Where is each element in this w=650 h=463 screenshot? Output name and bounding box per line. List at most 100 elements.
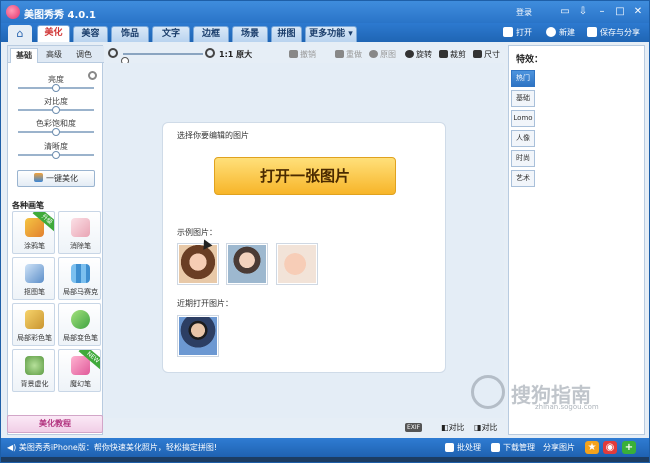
compare-button[interactable]: ◧对比: [441, 422, 465, 433]
undo-button[interactable]: 撤销: [289, 49, 316, 60]
tool-local-color-pen[interactable]: 局部彩色笔: [12, 303, 55, 346]
tool-background-blur[interactable]: 背景虚化: [12, 349, 55, 392]
home-tab[interactable]: ⌂: [8, 25, 32, 42]
original-icon: [369, 50, 378, 58]
saturation-slider[interactable]: [18, 128, 94, 136]
redo-button[interactable]: 重做: [335, 49, 362, 60]
batch-process-button[interactable]: 批处理: [445, 442, 481, 453]
weibo-icon[interactable]: ◉: [603, 441, 617, 454]
star-icon[interactable]: ★: [585, 441, 599, 454]
tab-frames[interactable]: 边框: [193, 26, 229, 42]
compare-toggle-label: 对比: [481, 423, 498, 432]
redo-label: 重做: [346, 50, 362, 59]
tool-eraser-pen[interactable]: 消除笔: [58, 211, 101, 254]
feedback-icon[interactable]: ▭: [558, 5, 572, 19]
canvas-toolbar: 1:1 原大 撤销 重做 原图 旋转 裁剪 尺寸: [105, 45, 504, 65]
zoom-out-icon[interactable]: [108, 48, 118, 58]
sample-photo-baby-image: [278, 245, 316, 283]
tab-accessories[interactable]: 饰品: [111, 26, 149, 42]
tool-label: 背景虚化: [20, 380, 49, 388]
actual-size-button[interactable]: 1:1 原大: [219, 49, 252, 60]
undo-label: 撤销: [300, 50, 316, 59]
download-manager-button[interactable]: 下载管理: [491, 442, 535, 453]
save-share-button[interactable]: 保存与分享: [587, 27, 640, 38]
zoom-slider[interactable]: [121, 53, 203, 65]
effect-tab-basic[interactable]: 基础: [511, 90, 535, 107]
save-icon: [587, 27, 597, 37]
beautify-tutorial-button[interactable]: 美化教程: [7, 415, 103, 433]
open-label: 打开: [516, 28, 532, 37]
rotate-button[interactable]: 旋转: [405, 49, 432, 60]
download-label: 下载管理: [503, 443, 535, 452]
subtab-advanced[interactable]: 高级: [40, 48, 68, 63]
add-icon[interactable]: +: [622, 441, 636, 454]
original-button[interactable]: 原图: [369, 49, 396, 60]
title-bar: 美图秀秀 4.0.1 登录 ▭ ⇩ – □ ✕: [1, 1, 649, 23]
brightness-slider[interactable]: [18, 84, 94, 92]
resize-button[interactable]: 尺寸: [473, 49, 500, 60]
app-title: 美图秀秀 4.0.1: [24, 10, 96, 21]
auto-enhance-button[interactable]: 一键美化: [17, 170, 95, 187]
recent-images-label: 近期打开图片：: [177, 299, 233, 308]
share-image-button[interactable]: 分享图片: [543, 442, 575, 453]
subtab-color[interactable]: 调色: [70, 48, 98, 63]
new-button[interactable]: 新建: [546, 27, 575, 38]
contrast-slider-knob[interactable]: [52, 106, 60, 114]
saturation-slider-knob[interactable]: [52, 128, 60, 136]
contrast-slider[interactable]: [18, 106, 94, 114]
effect-tab-popular[interactable]: 热门: [511, 70, 535, 87]
original-label: 原图: [380, 50, 396, 59]
tool-local-mosaic[interactable]: 局部马赛克: [58, 257, 101, 300]
tab-text[interactable]: 文字: [152, 26, 190, 42]
effect-tab-lomo[interactable]: Lomo: [511, 110, 535, 127]
brightness-slider-knob[interactable]: [52, 84, 60, 92]
adjustment-subtabs: 基础 高级 调色: [8, 46, 104, 63]
tool-doodle-pen[interactable]: 升级 涂鸦笔: [12, 211, 55, 254]
tool-label: 涂鸦笔: [24, 242, 45, 250]
minimize-icon[interactable]: –: [595, 5, 609, 19]
tab-scenes[interactable]: 场景: [232, 26, 268, 42]
tool-local-recolor-pen[interactable]: 局部变色笔: [58, 303, 101, 346]
app-logo-icon: [6, 5, 20, 19]
effect-tab-art[interactable]: 艺术: [511, 170, 535, 187]
sample-photo-girl[interactable]: [226, 243, 268, 285]
menu-icon[interactable]: ⇩: [576, 5, 590, 19]
zoom-in-icon[interactable]: [205, 48, 215, 58]
exif-button[interactable]: EXIF: [405, 422, 423, 432]
maximize-icon[interactable]: □: [613, 5, 627, 19]
speaker-icon: ◀): [7, 443, 17, 452]
sharpness-slider[interactable]: [18, 151, 94, 159]
app-window: 美图秀秀 4.0.1 登录 ▭ ⇩ – □ ✕ ⌂ 美化 美容 饰品 文字 边框…: [0, 0, 650, 463]
crop-label: 裁剪: [450, 50, 466, 59]
login-link[interactable]: 登录: [516, 7, 532, 18]
scissors-icon: [439, 50, 448, 58]
tool-cutout-pen[interactable]: 抠图笔: [12, 257, 55, 300]
compare-label: 对比: [448, 423, 465, 432]
tab-collage[interactable]: 拼图: [271, 26, 302, 42]
tab-retouch[interactable]: 美容: [73, 26, 108, 42]
save-share-label: 保存与分享: [600, 28, 640, 37]
canvas-area: 选择你要编辑的图片 打开一张图片 示例图片： 近期打开图片：: [105, 63, 504, 418]
open-image-button[interactable]: 打开一张图片: [214, 157, 396, 195]
sample-photo-baby[interactable]: [276, 243, 318, 285]
tab-more-functions[interactable]: 更多功能 ▾: [305, 26, 357, 42]
tool-magic-pen[interactable]: NEW 魔幻笔: [58, 349, 101, 392]
open-button[interactable]: 打开: [503, 27, 532, 38]
sample-photo-woman[interactable]: [177, 243, 219, 285]
recent-photo-man[interactable]: [177, 315, 219, 357]
crop-button[interactable]: 裁剪: [439, 49, 466, 60]
subtab-basic[interactable]: 基础: [10, 48, 38, 63]
sample-images-label: 示例图片：: [177, 228, 217, 237]
effect-tab-portrait[interactable]: 人像: [511, 130, 535, 147]
sharpness-slider-knob[interactable]: [52, 151, 60, 159]
compare-icon: ◧: [441, 423, 449, 432]
close-icon[interactable]: ✕: [631, 5, 645, 19]
compare-toggle-button[interactable]: ◨对比: [474, 422, 498, 433]
magic-wand-icon: [34, 173, 43, 182]
status-message[interactable]: ◀) 美图秀秀iPhone版：帮你快速美化照片，轻松搞定拼图!: [7, 442, 217, 453]
new-label: 新建: [559, 28, 575, 37]
tab-beautify[interactable]: 美化: [37, 25, 70, 42]
status-message-text: 美图秀秀iPhone版：帮你快速美化照片，轻松搞定拼图!: [18, 443, 218, 452]
exif-label: EXIF: [405, 423, 423, 432]
effect-tab-fashion[interactable]: 时尚: [511, 150, 535, 167]
